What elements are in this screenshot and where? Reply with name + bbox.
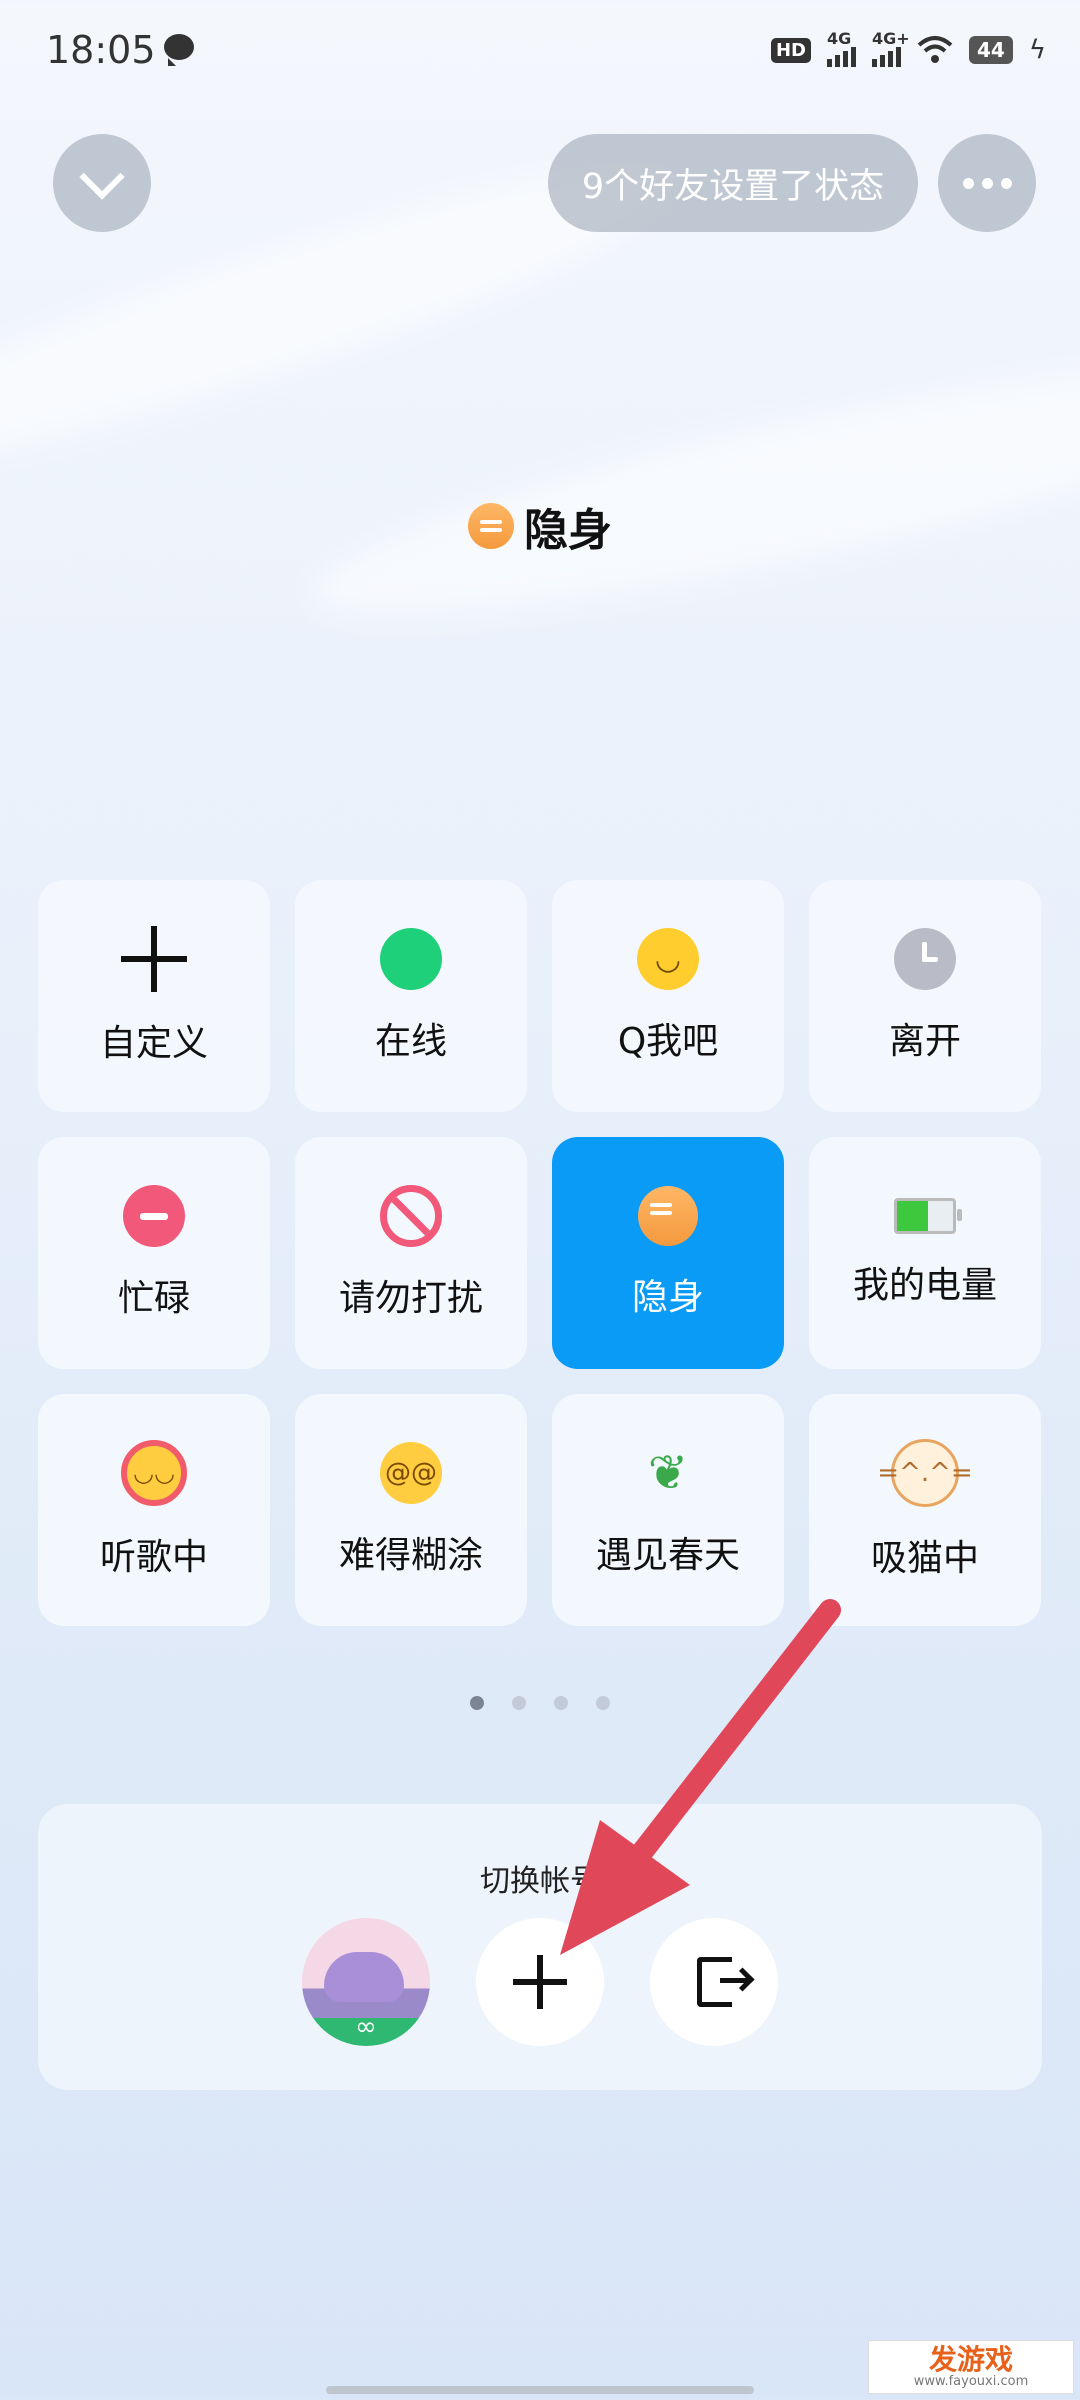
annotation-arrow: [560, 1599, 841, 1955]
watermark-url: www.fayouxi.com: [913, 2374, 1029, 2389]
watermark-title: 发游戏: [928, 2343, 1013, 2376]
watermark-logo: 发游戏 www.fayouxi.com: [868, 2340, 1074, 2394]
home-indicator[interactable]: [326, 2386, 754, 2394]
